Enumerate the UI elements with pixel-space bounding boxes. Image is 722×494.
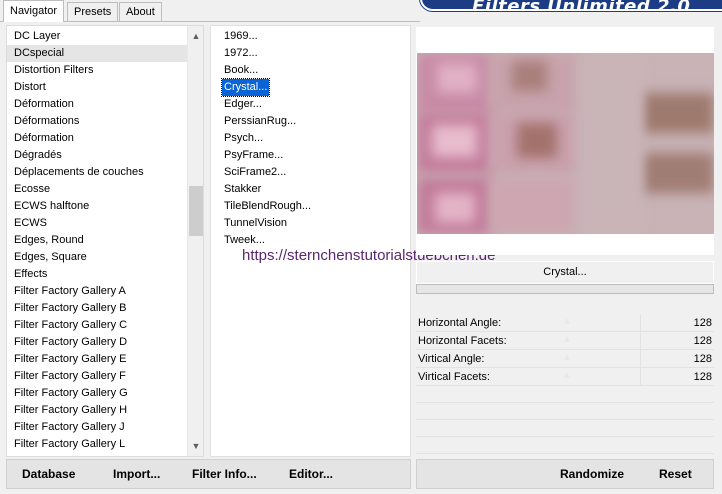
category-items: DC Layer DCspecial Distortion Filters Disto… (7, 28, 189, 453)
category-item[interactable]: Filter Factory Gallery G (7, 385, 189, 402)
app-banner: Filters Unlimited 2.0 (420, 0, 722, 11)
effect-item[interactable]: SciFrame2... (222, 166, 288, 178)
effect-item[interactable]: TunnelVision (222, 217, 289, 229)
category-item[interactable]: Filter Factory Gallery E (7, 351, 189, 368)
effect-item[interactable]: Stakker (222, 183, 263, 195)
category-scrollbar[interactable]: ▲ ▼ (187, 26, 203, 456)
category-item[interactable]: Filter Factory Gallery A (7, 283, 189, 300)
progress-bar (416, 284, 714, 294)
param-value: 128 (693, 353, 712, 365)
chevron-down-icon[interactable]: ▼ (188, 438, 203, 454)
tab-presets[interactable]: Presets (67, 2, 119, 22)
category-item[interactable]: Filter Factory Gallery F (7, 368, 189, 385)
slider-handle-icon[interactable]: ▲ (558, 352, 576, 366)
param-row[interactable]: Virtical Angle: ▲ 128 (416, 350, 714, 368)
effect-item[interactable]: Edger... (222, 98, 264, 110)
param-divider (640, 368, 641, 385)
category-item[interactable]: Filter Factory Gallery J (7, 419, 189, 436)
category-item[interactable]: Distort (7, 79, 189, 96)
param-row[interactable]: Virtical Facets: ▲ 128 (416, 368, 714, 386)
app-title: Filters Unlimited 2.0 (472, 0, 691, 11)
category-item[interactable]: Filter Factory Gallery L (7, 436, 189, 453)
param-value: 128 (693, 371, 712, 383)
category-item[interactable]: DCspecial (7, 45, 189, 62)
param-row-empty (416, 386, 714, 403)
param-row[interactable]: Horizontal Facets: ▲ 128 (416, 332, 714, 350)
slider-handle-icon[interactable]: ▲ (558, 334, 576, 348)
database-button[interactable]: Database (22, 467, 75, 481)
param-row[interactable]: Horizontal Angle: ▲ 128 (416, 314, 714, 332)
category-item[interactable]: Filter Factory Gallery C (7, 317, 189, 334)
category-item[interactable]: ECWS (7, 215, 189, 232)
left-button-bar: Database Import... Filter Info... Editor… (6, 459, 411, 489)
param-value: 128 (693, 317, 712, 329)
scrollbar-thumb[interactable] (189, 186, 203, 236)
chevron-up-icon[interactable]: ▲ (188, 28, 203, 44)
category-item[interactable]: Déplacements de couches (7, 164, 189, 181)
param-label: Horizontal Facets: (418, 335, 507, 347)
category-list[interactable]: DC Layer DCspecial Distortion Filters Disto… (6, 25, 204, 457)
filter-name-button[interactable]: Crystal... (416, 261, 714, 284)
param-label: Virtical Angle: (418, 353, 485, 365)
category-item[interactable]: ECWS halftone (7, 198, 189, 215)
category-item[interactable]: Ecosse (7, 181, 189, 198)
category-item[interactable]: Distortion Filters (7, 62, 189, 79)
param-label: Virtical Facets: (418, 371, 490, 383)
param-divider (640, 332, 641, 349)
effect-item[interactable]: PerssianRug... (222, 115, 298, 127)
effect-item[interactable]: 1972... (222, 47, 260, 59)
effect-item[interactable]: Tweek... (222, 234, 267, 246)
category-item[interactable]: Dégradés (7, 147, 189, 164)
category-item[interactable]: Edges, Round (7, 232, 189, 249)
parameter-list: Horizontal Angle: ▲ 128 Horizontal Facets: ▲… (416, 314, 714, 454)
param-value: 128 (693, 335, 712, 347)
tab-navigator[interactable]: Navigator (3, 0, 65, 22)
editor-button[interactable]: Editor... (289, 467, 333, 481)
effect-item[interactable]: TileBlendRough... (222, 200, 313, 212)
effect-item[interactable]: Book... (222, 64, 260, 76)
category-item[interactable]: Filter Factory Gallery B (7, 300, 189, 317)
param-row-empty (416, 403, 714, 420)
param-label: Horizontal Angle: (418, 317, 502, 329)
effect-item[interactable]: Crystal... (220, 78, 271, 97)
slider-handle-icon[interactable]: ▲ (558, 316, 576, 330)
category-item[interactable]: Déformation (7, 96, 189, 113)
category-item[interactable]: Déformation (7, 130, 189, 147)
category-item[interactable]: Filter Factory Gallery D (7, 334, 189, 351)
param-row-empty (416, 437, 714, 454)
effect-list[interactable]: 1969... 1972... Book... Crystal... Edger... P… (210, 25, 411, 457)
category-item[interactable]: DC Layer (7, 28, 189, 45)
param-divider (640, 350, 641, 367)
randomize-button[interactable]: Randomize (560, 467, 624, 481)
slider-handle-icon[interactable]: ▲ (558, 370, 576, 384)
category-item[interactable]: Déformations (7, 113, 189, 130)
category-item[interactable]: Edges, Square (7, 249, 189, 266)
param-divider (640, 314, 641, 331)
right-button-bar: Randomize Reset (416, 459, 714, 489)
effect-item[interactable]: 1969... (222, 30, 260, 42)
import-button[interactable]: Import... (113, 467, 160, 481)
preview-image (417, 53, 714, 234)
category-item[interactable]: Effects (7, 266, 189, 283)
param-row-empty (416, 420, 714, 437)
tab-about[interactable]: About (119, 2, 162, 22)
filter-info-button[interactable]: Filter Info... (192, 467, 257, 481)
effect-item[interactable]: PsyFrame... (222, 149, 285, 161)
effect-item[interactable]: Psych... (222, 132, 265, 144)
category-item[interactable]: Filter Factory Gallery H (7, 402, 189, 419)
effect-items: 1969... 1972... Book... Crystal... Edger... P… (220, 28, 313, 249)
reset-button[interactable]: Reset (659, 467, 692, 481)
